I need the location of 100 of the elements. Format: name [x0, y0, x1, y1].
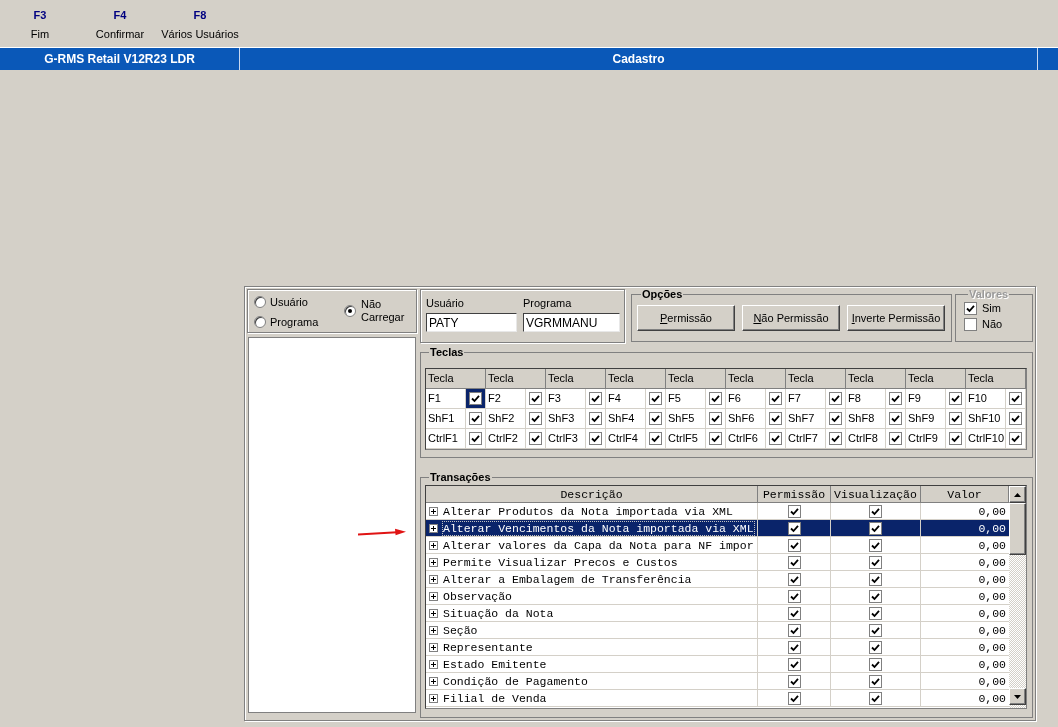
table-row[interactable]: Condição de Pagamento 0,00	[426, 673, 1009, 690]
plus-box-icon[interactable]	[429, 557, 438, 567]
toolbar-button[interactable]: F8 Vários Usuários	[160, 8, 240, 41]
checkbox-icon[interactable]	[949, 412, 962, 425]
input-field[interactable]: VGRMMANU	[523, 313, 620, 332]
checkbox-icon[interactable]	[787, 657, 801, 671]
checkbox-icon[interactable]	[649, 412, 662, 425]
checkbox-icon[interactable]	[787, 691, 801, 705]
key-cell[interactable]: CtrlF5	[666, 429, 726, 449]
key-cell[interactable]: ShF9	[906, 409, 966, 429]
checkbox-icon[interactable]	[869, 657, 882, 671]
plus-box-icon[interactable]	[429, 523, 438, 533]
key-cell[interactable]: F10	[966, 389, 1026, 409]
key-cell[interactable]: CtrlF7	[786, 429, 846, 449]
key-cell[interactable]: CtrlF2	[486, 429, 546, 449]
key-cell[interactable]: F3	[546, 389, 606, 409]
checkbox-icon[interactable]	[709, 412, 722, 425]
key-cell[interactable]: F5	[666, 389, 726, 409]
checkbox-icon[interactable]	[769, 412, 782, 425]
key-cell[interactable]: CtrlF3	[546, 429, 606, 449]
checkbox-icon[interactable]	[869, 572, 882, 586]
checkbox-icon[interactable]	[1009, 412, 1022, 425]
checkbox-icon[interactable]	[869, 691, 882, 705]
checkbox-icon[interactable]	[869, 674, 882, 688]
table-row[interactable]: Filial de Venda 0,00	[426, 690, 1009, 707]
key-cell[interactable]: ShF7	[786, 409, 846, 429]
checkbox-icon[interactable]	[1009, 392, 1022, 405]
checkbox-icon[interactable]	[869, 606, 882, 620]
key-cell[interactable]: ShF5	[666, 409, 726, 429]
plus-box-icon[interactable]	[429, 591, 438, 601]
table-row[interactable]: Alterar a Embalagem de Transferência 0,00	[426, 571, 1009, 588]
key-cell[interactable]: F2	[486, 389, 546, 409]
checkbox-icon[interactable]	[869, 538, 882, 552]
checkbox-icon[interactable]	[869, 640, 882, 654]
key-cell[interactable]: F7	[786, 389, 846, 409]
table-row[interactable]: Observação 0,00	[426, 588, 1009, 605]
checkbox-icon[interactable]	[769, 432, 782, 445]
checkbox-icon[interactable]	[529, 432, 542, 445]
scrollbar[interactable]	[1009, 486, 1026, 708]
table-row[interactable]: Alterar Vencimentos da Nota importada via XML 0,00	[426, 520, 1009, 537]
checkbox-icon[interactable]	[787, 538, 801, 552]
key-cell[interactable]: CtrlF6	[726, 429, 786, 449]
table-row[interactable]: Alterar valores da Capa da Nota para NF impor 0,00	[426, 537, 1009, 554]
checkbox-icon[interactable]	[787, 674, 801, 688]
checkbox-icon[interactable]	[709, 432, 722, 445]
radio-option[interactable]: Programa	[254, 315, 344, 329]
option-button[interactable]: Permissão	[637, 305, 735, 331]
key-cell[interactable]: ShF6	[726, 409, 786, 429]
radio-option[interactable]: Não Carregar	[344, 297, 406, 324]
plus-box-icon[interactable]	[429, 642, 438, 652]
table-row[interactable]: Alterar Produtos da Nota importada via XML 0,00	[426, 503, 1009, 520]
plus-box-icon[interactable]	[429, 676, 438, 686]
key-cell[interactable]: ShF8	[846, 409, 906, 429]
checkbox-icon[interactable]	[529, 392, 542, 405]
option-button[interactable]: Não Permissão	[742, 305, 840, 331]
checkbox-icon[interactable]	[469, 412, 482, 425]
checkbox-icon[interactable]	[787, 504, 801, 518]
checkbox-icon[interactable]	[787, 623, 801, 637]
input-field[interactable]: PATY	[426, 313, 517, 332]
plus-box-icon[interactable]	[429, 540, 438, 550]
table-row[interactable]: Permite Visualizar Precos e Custos 0,00	[426, 554, 1009, 571]
checkbox-icon[interactable]	[787, 521, 801, 535]
checkbox-icon[interactable]	[949, 432, 962, 445]
checkbox-icon[interactable]	[769, 392, 782, 405]
checkbox-icon[interactable]	[889, 412, 902, 425]
checkbox-icon[interactable]	[787, 640, 801, 654]
key-cell[interactable]: F4	[606, 389, 666, 409]
checkbox-icon[interactable]	[589, 412, 602, 425]
checkbox-icon[interactable]	[589, 392, 602, 405]
key-cell[interactable]: ShF3	[546, 409, 606, 429]
checkbox-icon[interactable]	[1009, 432, 1022, 445]
key-cell[interactable]: CtrlF1	[426, 429, 486, 449]
key-cell[interactable]: ShF2	[486, 409, 546, 429]
plus-box-icon[interactable]	[429, 625, 438, 635]
checkbox-icon[interactable]	[829, 412, 842, 425]
checkbox-icon[interactable]	[869, 504, 882, 518]
checkbox-icon[interactable]	[529, 412, 542, 425]
key-cell[interactable]: CtrlF4	[606, 429, 666, 449]
toolbar-button[interactable]: F3 Fim	[0, 8, 80, 41]
key-cell[interactable]: ShF4	[606, 409, 666, 429]
option-button[interactable]: Inverte Permissão	[847, 305, 945, 331]
column-header[interactable]: Permissão	[758, 486, 831, 503]
scrollbar-thumb[interactable]	[1009, 503, 1026, 555]
checkbox-icon[interactable]	[469, 432, 482, 445]
plus-box-icon[interactable]	[429, 693, 438, 703]
plus-box-icon[interactable]	[429, 574, 438, 584]
plus-box-icon[interactable]	[429, 659, 438, 669]
key-cell[interactable]: CtrlF10	[966, 429, 1026, 449]
checkbox-icon[interactable]	[787, 589, 801, 603]
checkbox-icon[interactable]	[649, 432, 662, 445]
checkbox-icon[interactable]	[889, 432, 902, 445]
checkbox-icon[interactable]	[787, 572, 801, 586]
key-cell[interactable]: CtrlF9	[906, 429, 966, 449]
table-row[interactable]: Situação da Nota 0,00	[426, 605, 1009, 622]
key-cell[interactable]: F8	[846, 389, 906, 409]
plus-box-icon[interactable]	[429, 608, 438, 618]
table-row[interactable]: Estado Emitente 0,00	[426, 656, 1009, 673]
key-cell[interactable]: F9	[906, 389, 966, 409]
key-cell[interactable]: F6	[726, 389, 786, 409]
checkbox-icon[interactable]	[829, 432, 842, 445]
